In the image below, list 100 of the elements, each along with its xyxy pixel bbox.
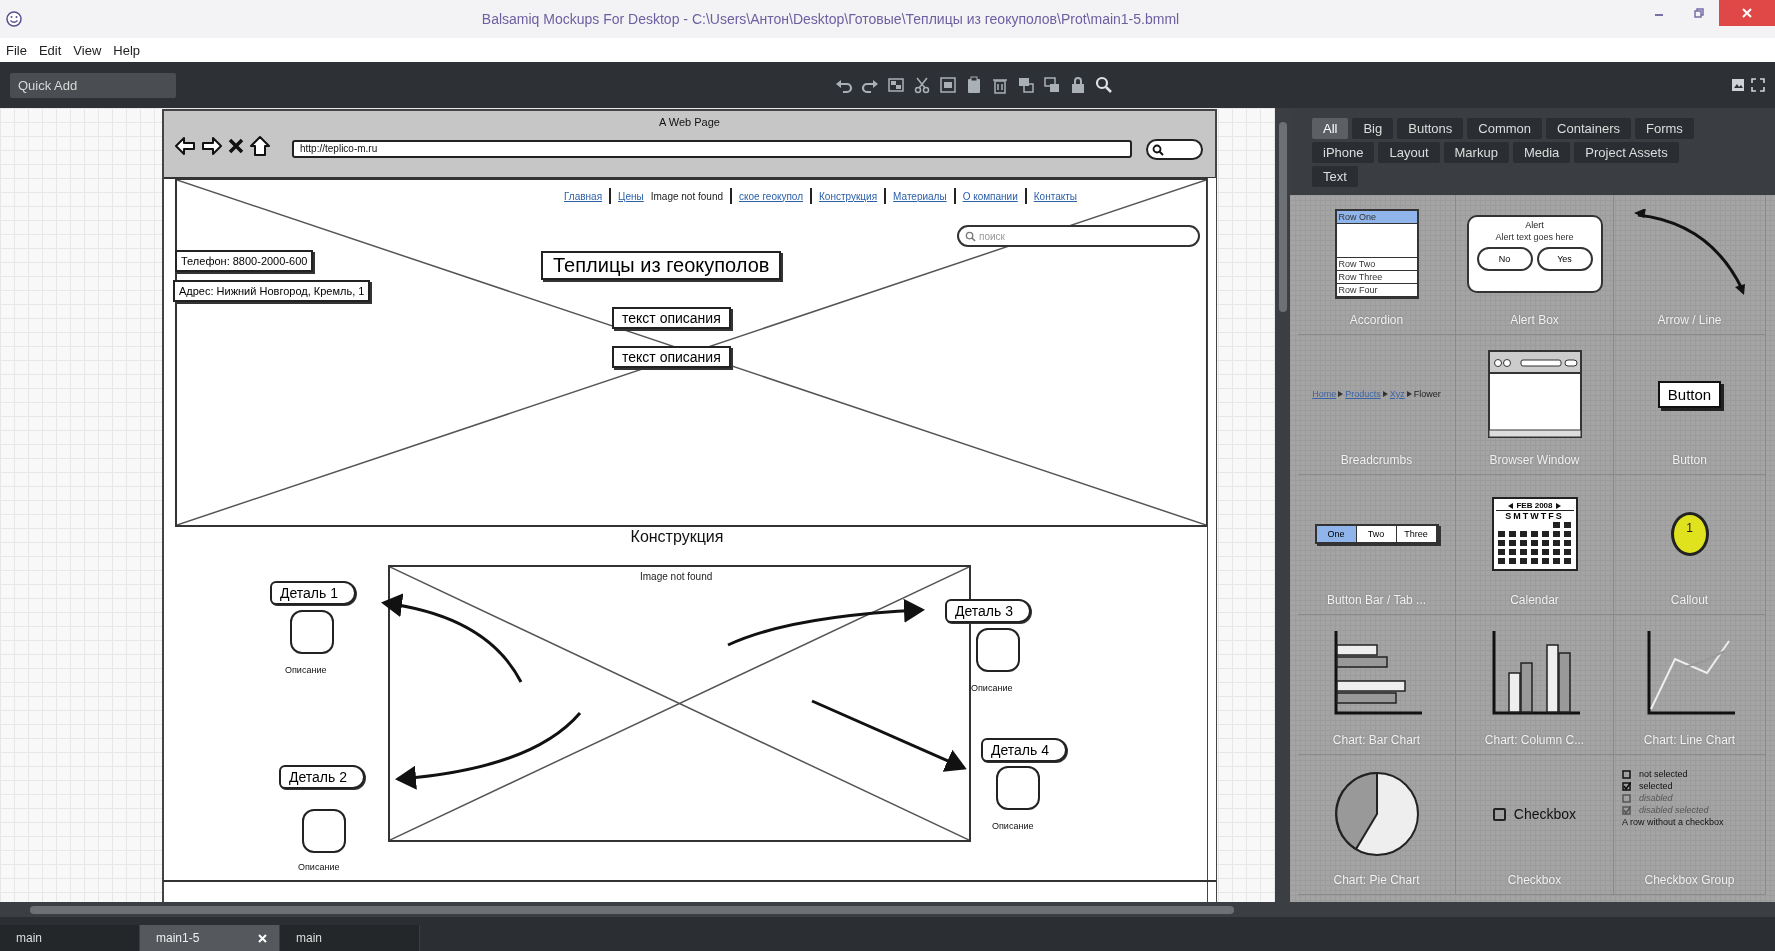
nav-link[interactable]: Материалы xyxy=(893,190,947,202)
tab-label: main xyxy=(16,931,42,945)
detail-tag: Деталь 3 xyxy=(945,599,1031,623)
checkbox-group-note: A row without a checkbox xyxy=(1622,817,1725,827)
chevron-icon xyxy=(1382,391,1388,397)
filter-tab[interactable]: Forms xyxy=(1634,118,1694,139)
trash-icon[interactable] xyxy=(990,76,1009,94)
nav-link[interactable]: Конструкция xyxy=(819,190,878,202)
fullscreen-icon[interactable] xyxy=(1751,78,1765,92)
left-triangle-icon xyxy=(1508,502,1514,509)
chevron-icon xyxy=(1338,391,1344,397)
cut-icon[interactable] xyxy=(912,76,931,94)
detail-tag: Деталь 4 xyxy=(981,738,1067,762)
description-button[interactable]: текст описания xyxy=(612,307,731,329)
palette-item-label: Chart: Bar Chart xyxy=(1332,733,1421,749)
filter-tab[interactable]: Markup xyxy=(1443,142,1509,163)
horizontal-scrollbar[interactable] xyxy=(0,902,1775,917)
description-label: Описание xyxy=(298,862,340,872)
close-button[interactable] xyxy=(1719,0,1775,26)
nav-link[interactable]: Цены xyxy=(618,190,644,202)
palette-item-label: Button xyxy=(1672,453,1707,469)
accordion-row: Row Two xyxy=(1336,258,1417,271)
quick-add-field[interactable]: Quick Add xyxy=(10,72,176,98)
filter-tab[interactable]: Media xyxy=(1512,142,1571,163)
checkbox-label: Checkbox xyxy=(1513,806,1577,822)
image-view-icon[interactable] xyxy=(1731,78,1745,92)
checkbox-label: not selected xyxy=(1639,769,1688,779)
nav-link[interactable]: О компании xyxy=(962,190,1018,202)
alert-text: Alert text goes here xyxy=(1495,232,1574,242)
detail-tag: Деталь 1 xyxy=(270,581,356,605)
palette-item-label: Checkbox Group xyxy=(1644,873,1735,889)
accordion-row: Row Three xyxy=(1336,271,1417,284)
menu-item[interactable]: View xyxy=(73,42,102,58)
bring-front-icon[interactable] xyxy=(1016,76,1035,94)
filter-tab[interactable]: Big xyxy=(1352,118,1394,139)
filter-tab[interactable]: All xyxy=(1312,118,1349,139)
back-arrow-icon[interactable] xyxy=(174,135,196,157)
close-icon xyxy=(1742,8,1752,18)
document-tab[interactable]: main1-5 xyxy=(140,925,280,951)
url-field[interactable]: http://teplico-m.ru xyxy=(292,140,1132,158)
browser-title: A Web Page xyxy=(658,116,721,128)
filter-tab[interactable]: iPhone xyxy=(1312,142,1375,163)
filter-tab[interactable]: Containers xyxy=(1546,118,1631,139)
search-icon xyxy=(1152,143,1164,156)
palette-item[interactable]: Button Button xyxy=(1614,335,1766,475)
search-icon xyxy=(965,230,976,242)
send-back-icon[interactable] xyxy=(1042,76,1061,94)
title-button[interactable]: Теплицы из геокуполов xyxy=(541,251,782,280)
breadcrumb-link: Products xyxy=(1345,389,1381,399)
copy-icon[interactable] xyxy=(938,76,957,94)
document-tab[interactable]: main xyxy=(0,925,140,951)
button-thumbnail: Button xyxy=(1657,380,1722,408)
window-title: Balsamiq Mockups For Desktop - C:\Users\Антон\Desktop\Готовые\Теплицы из геокуполов\Prot\main1-5.bmml xyxy=(480,11,1181,27)
palette-item[interactable]: Alert Alert text goes here No Yes Alert Box xyxy=(1456,195,1614,335)
forward-arrow-icon[interactable] xyxy=(201,135,223,157)
breadcrumb-link: Home xyxy=(1312,389,1337,399)
button-bar-segment: One xyxy=(1316,526,1357,542)
breadcrumb-link: Xyz xyxy=(1389,389,1405,399)
description-button[interactable]: текст описания xyxy=(612,346,731,368)
palette-item-label: Accordion xyxy=(1349,313,1404,329)
palette-item-label: Browser Window xyxy=(1489,453,1580,469)
palette-item-label: Alert Box xyxy=(1510,313,1559,329)
button-bar-segment: Two xyxy=(1356,526,1397,542)
palette-item[interactable]: Home Products Xyz Flower Breadcrumbs xyxy=(1298,335,1456,475)
home-icon[interactable] xyxy=(249,135,271,157)
palette-item[interactable]: Checkbox Checkbox xyxy=(1456,755,1614,895)
filter-tab[interactable]: Common xyxy=(1467,118,1543,139)
alert-button: Yes xyxy=(1536,247,1593,271)
palette-item[interactable]: FEB 2008 SMTWTFS Calendar xyxy=(1456,475,1614,615)
palette-item[interactable]: One Two Three Button Bar / Tab ... xyxy=(1298,475,1456,615)
document-tab[interactable]: main xyxy=(280,925,420,951)
group-icon[interactable] xyxy=(886,76,905,94)
checkbox-icon xyxy=(1492,807,1506,821)
filter-tab[interactable]: Project Assets xyxy=(1574,142,1679,163)
tab-label: main1-5 xyxy=(156,931,200,945)
palette-item[interactable]: 1 Callout xyxy=(1614,475,1766,615)
browser-search-field[interactable] xyxy=(1146,139,1203,160)
accordion-row: Row Four xyxy=(1336,284,1417,297)
nav-link[interactable]: Контакты xyxy=(1033,190,1077,202)
vertical-scrollbar[interactable] xyxy=(1275,108,1290,902)
description-label: Описание xyxy=(992,821,1034,831)
palette-item-label: Calendar xyxy=(1510,593,1559,609)
nav-link[interactable]: ское геокупол xyxy=(739,190,804,202)
nav-link[interactable]: Главная xyxy=(564,190,603,202)
image-caption: Image not found xyxy=(650,190,723,202)
filter-tab[interactable]: Text xyxy=(1312,166,1358,187)
menu-item[interactable]: Edit xyxy=(38,42,62,58)
close-icon[interactable] xyxy=(228,138,244,154)
restore-icon xyxy=(1694,8,1704,18)
filter-tab[interactable]: Layout xyxy=(1378,142,1440,163)
calendar-month: FEB 2008 xyxy=(1516,501,1553,510)
detail-tag: Деталь 2 xyxy=(279,765,365,789)
filter-tab[interactable]: Buttons xyxy=(1397,118,1464,139)
search-icon[interactable] xyxy=(1094,76,1113,94)
button-bar-segment: Three xyxy=(1396,526,1437,542)
section-heading: Конструкция xyxy=(629,528,725,546)
menu-item[interactable]: Help xyxy=(113,42,141,58)
palette-item[interactable]: Row One Row Two Row Three Row Four Accordion xyxy=(1298,195,1456,335)
menu-item[interactable]: File xyxy=(6,42,27,58)
palette-item-label: Chart: Pie Chart xyxy=(1333,873,1420,889)
